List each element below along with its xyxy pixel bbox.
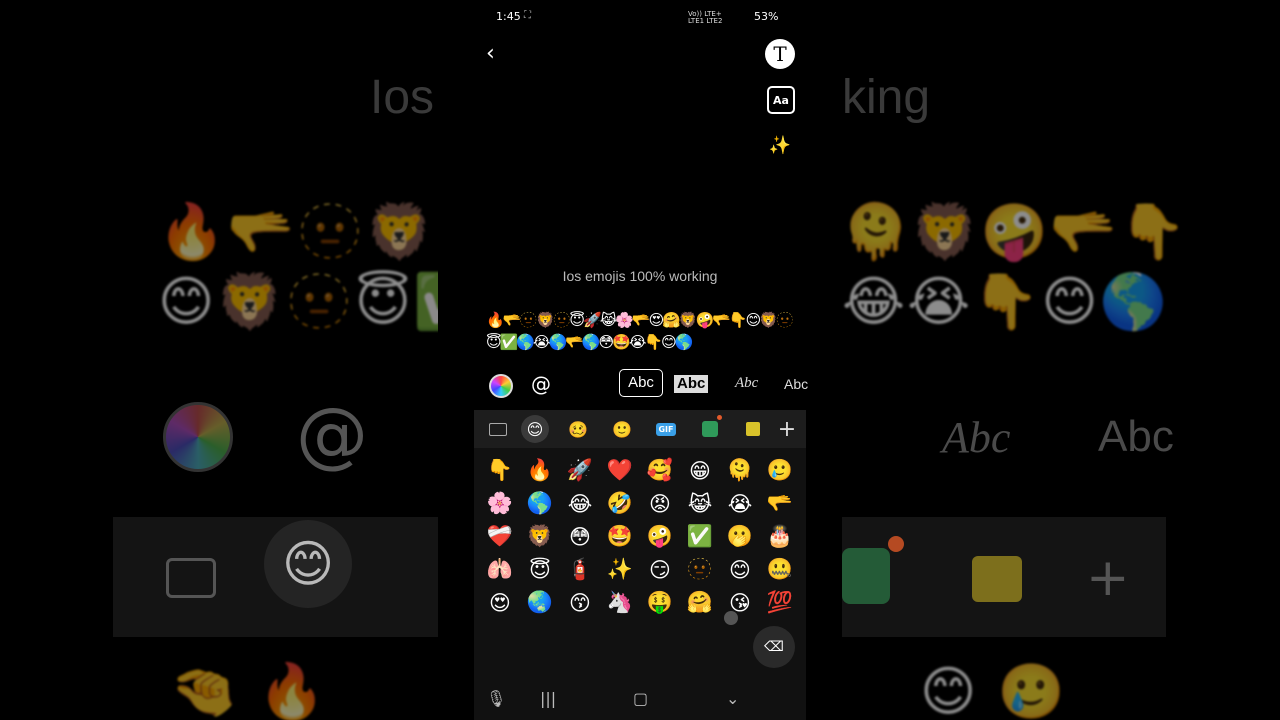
emoji-key[interactable]: 😙 — [560, 586, 600, 619]
text-tool-icon[interactable]: T — [765, 39, 795, 69]
emoji-key[interactable]: 😳 — [560, 520, 600, 553]
navigation-bar: 🎙 ||| ▢ ⌄ — [474, 685, 806, 715]
emoji-key[interactable]: 🦄 — [600, 586, 640, 619]
bg-notification-dot — [888, 536, 904, 552]
emoji-key[interactable]: 💯 — [760, 586, 800, 619]
custom-sticker-tab-icon[interactable] — [739, 415, 767, 443]
back-icon[interactable]: ‹ — [486, 43, 506, 65]
emoji-key[interactable]: 🤐 — [760, 553, 800, 586]
bg-emoji-row2-left: 😊🦁🫥😇✅ — [158, 270, 483, 333]
phone-screen: 1:45 ⛶ Vo)) LTE+ LTE1 LTE2 53% ‹ T Aa ✨ I… — [438, 0, 842, 720]
emoji-key[interactable]: ❤️ — [600, 454, 640, 487]
emoji-key[interactable]: 🦁 — [520, 520, 560, 553]
gif-tab[interactable]: GIF — [652, 415, 680, 443]
bg-bitmoji-icon — [842, 548, 890, 604]
emoji-key[interactable]: 😹 — [680, 487, 720, 520]
emoji-key[interactable]: 🥲 — [760, 454, 800, 487]
hide-keyboard-icon[interactable]: ⌄ — [726, 689, 739, 708]
emoji-key[interactable]: 🚀 — [560, 454, 600, 487]
emoji-key[interactable]: 🫳 — [760, 487, 800, 520]
battery-level: 53% — [754, 10, 779, 23]
emoji-key[interactable]: 🤣 — [600, 487, 640, 520]
scroll-indicator[interactable] — [724, 611, 738, 625]
bg-smiley-icon: 😊 — [264, 520, 352, 608]
emoji-key[interactable]: 😁 — [680, 454, 720, 487]
bg-keyboard-icon — [166, 558, 216, 598]
status-time: 1:45 — [496, 10, 521, 23]
status-bar: 1:45 ⛶ Vo)) LTE+ LTE1 LTE2 53% — [438, 0, 842, 34]
bg-emoji-row2-right: 😂😭👇😊🌎 — [842, 270, 1169, 333]
emoji-keyboard: 😊 🥴 🙂 GIF + 👇 🔥 🚀 ❤️ 🥰 😁 🫠 🥲 🌸 🌎 😂 🤣 😡 😹 😭 🫳 ❤️‍🩹 🦁 😳 🤩 🤪 ✅ 🫢 🎂… — [474, 410, 806, 720]
emoji-key[interactable]: 😍 — [480, 586, 520, 619]
font-style-outline[interactable]: Abc — [619, 369, 663, 397]
emoji-key[interactable]: 🫠 — [720, 454, 760, 487]
bg-bottom-right: 😊 🥲 — [920, 660, 1067, 720]
emoji-key[interactable]: ❤️‍🩹 — [480, 520, 520, 553]
emoji-key[interactable]: 😏 — [640, 553, 680, 586]
kaomoji-tab-icon[interactable]: 🙂 — [608, 415, 636, 443]
emoji-key[interactable]: 🫥 — [680, 553, 720, 586]
delete-key-icon[interactable]: ⌫ — [753, 626, 795, 668]
sticker-tab-icon[interactable]: 🥴 — [564, 415, 592, 443]
emoji-key[interactable]: 🌏 — [520, 586, 560, 619]
emoji-tab-icon[interactable]: 😊 — [521, 415, 549, 443]
bg-at-icon: @ — [296, 392, 368, 476]
bg-color-wheel — [163, 402, 233, 472]
emoji-key[interactable]: 🤩 — [600, 520, 640, 553]
font-style-script[interactable]: Abc — [735, 375, 758, 392]
emoji-text-input[interactable]: 🔥🫳🫥🦁🫥😇🚀😹🌸🫳😍🤗🦁🤪🫳👇😊🦁🫥😇✅🌎😭🌎🫳🌎😳🤩😭👇😊🌎 — [486, 309, 806, 353]
emoji-key[interactable]: 😭 — [720, 487, 760, 520]
font-style-plain[interactable]: Abc — [784, 376, 808, 392]
keyboard-tab-bar: 😊 🥴 🙂 GIF + — [474, 410, 806, 448]
emoji-key[interactable]: ✅ — [680, 520, 720, 553]
font-style-highlight[interactable]: Abc — [674, 375, 709, 393]
bg-emoji-row1-right: 🫠🦁🤪🫳👇 — [842, 200, 1189, 263]
bg-sticker-icon — [972, 556, 1022, 602]
emoji-key[interactable]: 🤑 — [640, 586, 680, 619]
recents-icon[interactable]: ||| — [540, 689, 556, 708]
notification-dot — [717, 415, 722, 420]
bg-abc-script: Abc — [942, 413, 1011, 462]
emoji-key[interactable]: 🌸 — [480, 487, 520, 520]
emoji-grid: 👇 🔥 🚀 ❤️ 🥰 😁 🫠 🥲 🌸 🌎 😂 🤣 😡 😹 😭 🫳 ❤️‍🩹 🦁 😳 🤩 🤪 ✅ 🫢 🎂 🫁 😇 🧯 ✨ 😏 🫥 😊 🤐 😍 🌏 😙 🦄… — [480, 454, 800, 619]
bg-abc-plain: Abc — [1098, 412, 1174, 461]
emoji-key[interactable]: 🫁 — [480, 553, 520, 586]
font-size-button[interactable]: Aa — [767, 86, 795, 114]
emoji-key[interactable]: 😂 — [560, 487, 600, 520]
emoji-key[interactable]: 🎂 — [760, 520, 800, 553]
emoji-key[interactable]: 🤪 — [640, 520, 680, 553]
status-extra-icon: ⛶ — [524, 10, 531, 21]
color-picker-icon[interactable] — [489, 374, 513, 398]
emoji-key[interactable]: 😊 — [720, 553, 760, 586]
mic-icon[interactable]: 🎙 — [486, 689, 506, 708]
emoji-key[interactable]: 🔥 — [520, 454, 560, 487]
emoji-key[interactable]: 😇 — [520, 553, 560, 586]
emoji-key[interactable]: ✨ — [600, 553, 640, 586]
emoji-key[interactable]: 👇 — [480, 454, 520, 487]
emoji-key[interactable]: 🌎 — [520, 487, 560, 520]
bg-title-left: Ios — [370, 71, 435, 124]
emoji-key[interactable]: 😡 — [640, 487, 680, 520]
mention-icon[interactable]: @ — [531, 372, 551, 396]
emoji-key[interactable]: 🥰 — [640, 454, 680, 487]
emoji-key[interactable]: 🤗 — [680, 586, 720, 619]
bg-plus-icon: + — [1086, 548, 1130, 608]
home-icon[interactable]: ▢ — [633, 689, 648, 708]
signal-icon: Vo)) LTE+ LTE1 LTE2 — [688, 10, 723, 25]
emoji-key[interactable]: 🫢 — [720, 520, 760, 553]
sparkle-icon[interactable]: ✨ — [765, 130, 795, 160]
bg-bottom-left: 🤏 🔥 — [170, 660, 328, 720]
add-icon[interactable]: + — [773, 415, 801, 443]
bg-title-right: king — [842, 71, 931, 124]
keyboard-icon[interactable] — [484, 415, 512, 443]
emoji-key[interactable]: 🧯 — [560, 553, 600, 586]
caption-text[interactable]: Ios emojis 100% working — [438, 268, 842, 284]
